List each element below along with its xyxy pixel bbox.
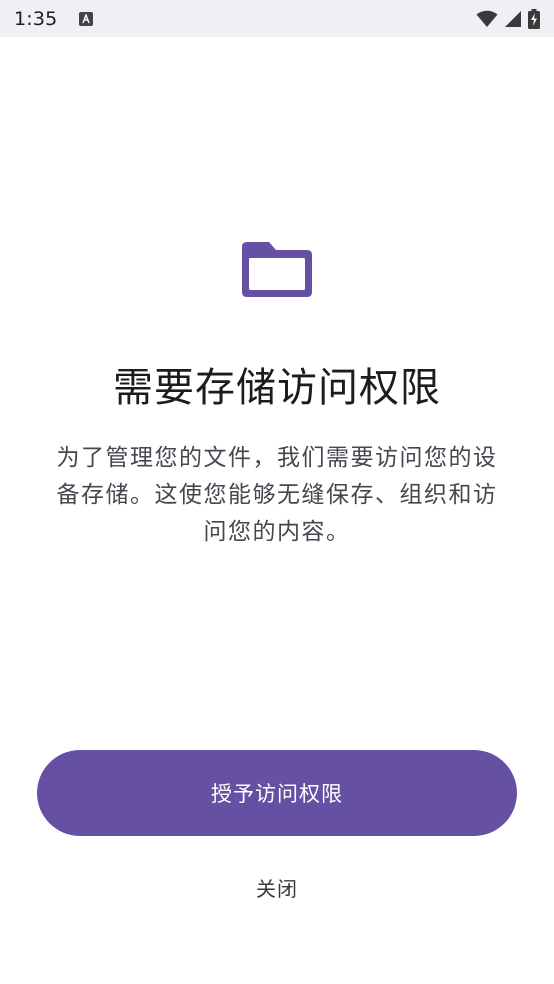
wifi-icon <box>476 10 498 27</box>
description-line: 为了管理您的文件，我们需要访问您的设 <box>56 445 498 471</box>
status-time: 1:35 <box>14 7 58 30</box>
a-icon <box>79 11 94 26</box>
grant-access-button[interactable]: 授予访问权限 <box>37 750 517 836</box>
description-line: 问您的内容。 <box>203 519 351 545</box>
status-right <box>476 8 540 29</box>
battery-icon <box>528 8 540 29</box>
description-line: 备存储。这使您能够无缝保存、组织和访 <box>56 482 498 508</box>
folder-icon <box>242 242 312 297</box>
status-bar: 1:35 <box>0 0 554 37</box>
page-title: 需要存储访问权限 <box>113 365 441 411</box>
status-left: 1:35 <box>14 7 94 30</box>
close-button[interactable]: 关闭 <box>227 866 327 908</box>
permission-description: 为了管理您的文件，我们需要访问您的设 备存储。这使您能够无缝保存、组织和访 问您… <box>38 440 516 551</box>
signal-icon <box>505 10 521 27</box>
